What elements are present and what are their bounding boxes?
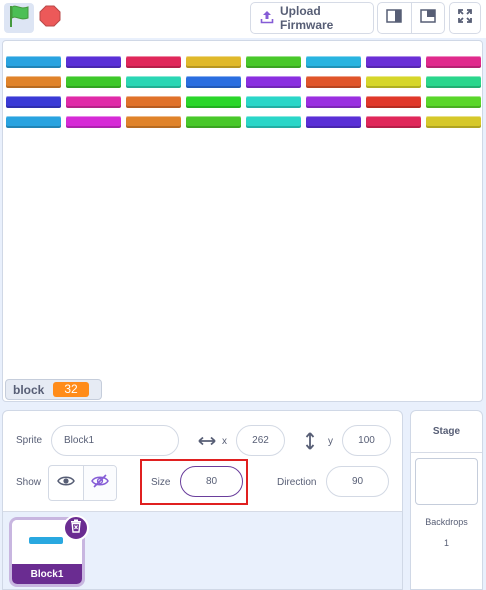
brick-sprite [306,96,361,108]
y-field[interactable]: 100 [342,425,391,456]
stage-thumbnail[interactable] [415,458,478,505]
sprite-name-value: Block1 [64,435,95,446]
brick-sprite [246,116,301,128]
brick-sprite [6,56,61,68]
brick-sprite [66,56,121,68]
size-field[interactable]: 80 [180,466,243,497]
small-stage-button[interactable] [378,3,411,33]
upload-firmware-button[interactable]: Upload Firmware [250,2,374,34]
stage-canvas[interactable]: block 32 [2,40,483,402]
brick-sprite [366,76,421,88]
brick-sprite [426,56,481,68]
stage-target-pane[interactable]: Stage Backdrops 1 [410,410,483,590]
brick-sprite [306,56,361,68]
brick-sprite [426,96,481,108]
green-flag-button[interactable] [4,3,34,33]
stop-icon [39,5,61,32]
upload-firmware-label: Upload Firmware [280,4,334,32]
fullscreen-icon [457,8,473,29]
eye-slash-icon [90,473,109,494]
small-stage-icon [386,8,403,28]
brick-sprite [366,56,421,68]
sprite-name-field[interactable]: Block1 [51,425,179,456]
x-field[interactable]: 262 [236,425,285,456]
direction-field[interactable]: 90 [326,466,389,497]
green-flag-icon [8,4,30,33]
brick-sprite [426,116,481,128]
brick-sprite [306,76,361,88]
direction-value: 90 [351,476,364,487]
direction-label: Direction [277,477,317,488]
variable-monitor[interactable]: block 32 [5,379,102,400]
show-sprite-button[interactable] [49,466,83,500]
stage-size-toggle [377,2,445,34]
trash-icon [70,519,82,538]
brick-sprite [66,96,121,108]
large-stage-button[interactable] [410,3,444,33]
hide-sprite-button[interactable] [82,466,116,500]
sprite-label: Sprite [16,435,43,446]
backdrops-count: 1 [443,538,449,548]
stage-toolbar: Upload Firmware [0,0,486,38]
large-stage-icon [420,8,436,28]
upload-icon [260,10,274,27]
sprite-list: Block1 [3,511,402,589]
size-label: Size [151,477,171,488]
fullscreen-button[interactable] [449,2,481,34]
brick-sprite [246,96,301,108]
size-value: 80 [205,476,218,487]
brick-sprite [126,116,181,128]
x-value: 262 [252,435,269,446]
stage-title: Stage [411,411,482,453]
sprite-tile-name: Block1 [12,564,82,584]
brick-sprite [6,96,61,108]
brick-sprite [66,116,121,128]
x-label: x [222,436,227,447]
backdrops-label: Backdrops [425,517,468,527]
brick-sprite [186,56,241,68]
brick-sprite [126,56,181,68]
brick-sprite [366,96,421,108]
stop-button[interactable] [38,5,62,32]
sprite-thumbnail-block [29,537,63,544]
sprite-info-pane: Sprite Block1 x 262 y 100 Show Size 80 D… [2,410,403,590]
brick-sprite [306,116,361,128]
brick-sprite [366,116,421,128]
brick-sprite [6,116,61,128]
brick-sprite [186,96,241,108]
brick-sprite [66,76,121,88]
brick-sprite [246,76,301,88]
brick-sprite [426,76,481,88]
monitor-value: 32 [53,382,89,397]
horizontal-arrows-icon [197,433,217,449]
delete-sprite-button[interactable] [63,515,89,541]
y-value: 100 [358,435,375,446]
brick-sprite [6,76,61,88]
brick-sprite [126,76,181,88]
eye-icon [56,474,75,492]
vertical-arrows-icon [303,431,317,451]
show-label: Show [16,477,42,488]
brick-sprite [186,116,241,128]
brick-sprite [186,76,241,88]
visibility-toggle [48,465,117,501]
y-label: y [328,436,333,447]
brick-sprite [126,96,181,108]
brick-sprite [246,56,301,68]
monitor-label: block [13,382,45,397]
